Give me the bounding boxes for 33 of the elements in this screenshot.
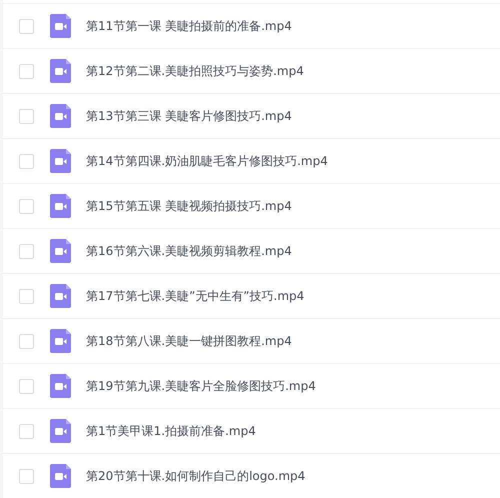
video-file-icon — [50, 329, 71, 353]
file-name[interactable]: 第16节第六课.美睫视频剪辑教程.mp4 — [86, 242, 292, 260]
video-file-icon — [50, 59, 71, 83]
video-file-icon — [50, 464, 71, 488]
video-file-icon — [50, 104, 71, 128]
checkbox[interactable] — [19, 244, 34, 258]
checkbox[interactable] — [19, 154, 34, 168]
checkbox[interactable] — [19, 468, 34, 484]
file-name[interactable]: 第17节第七课.美睫”无中生有”技巧.mp4 — [86, 288, 304, 304]
video-file-icon — [50, 149, 71, 173]
file-name[interactable]: 第18节第八课.美睫一键拼图教程.mp4 — [86, 332, 292, 350]
checkbox[interactable] — [19, 64, 34, 78]
checkbox[interactable] — [19, 378, 34, 394]
file-name[interactable]: 第12节第二课.美睫拍照技巧与姿势.mp4 — [86, 62, 304, 80]
file-name[interactable]: 第20节第十课.如何制作自己的logo.mp4 — [86, 468, 306, 484]
file-name[interactable]: 第15节第五课 美睫视频拍摄技巧.mp4 — [86, 198, 292, 214]
file-name[interactable]: 第14节第四课.奶油肌睫毛客片修图技巧.mp4 — [86, 152, 328, 170]
file-name[interactable]: 第11节第一课 美睫拍摄前的准备.mp4 — [86, 18, 292, 34]
checkbox[interactable] — [19, 198, 34, 214]
checkbox[interactable] — [19, 18, 34, 34]
video-file-icon — [50, 284, 71, 308]
file-name[interactable]: 第19节第九课.美睫客片全脸修图技巧.mp4 — [86, 378, 316, 394]
video-file-icon — [50, 14, 71, 38]
video-file-icon — [50, 194, 71, 218]
checkbox[interactable] — [19, 108, 34, 124]
file-name[interactable]: 第13节第三课 美睫客片修图技巧.mp4 — [86, 108, 292, 124]
checkbox[interactable] — [19, 288, 34, 304]
video-file-icon — [50, 419, 71, 443]
video-file-icon — [50, 239, 71, 263]
checkbox[interactable] — [19, 424, 34, 438]
checkbox[interactable] — [19, 334, 34, 348]
video-file-icon — [50, 374, 71, 398]
file-name[interactable]: 第1节美甲课1.拍摄前准备.mp4 — [86, 422, 256, 440]
